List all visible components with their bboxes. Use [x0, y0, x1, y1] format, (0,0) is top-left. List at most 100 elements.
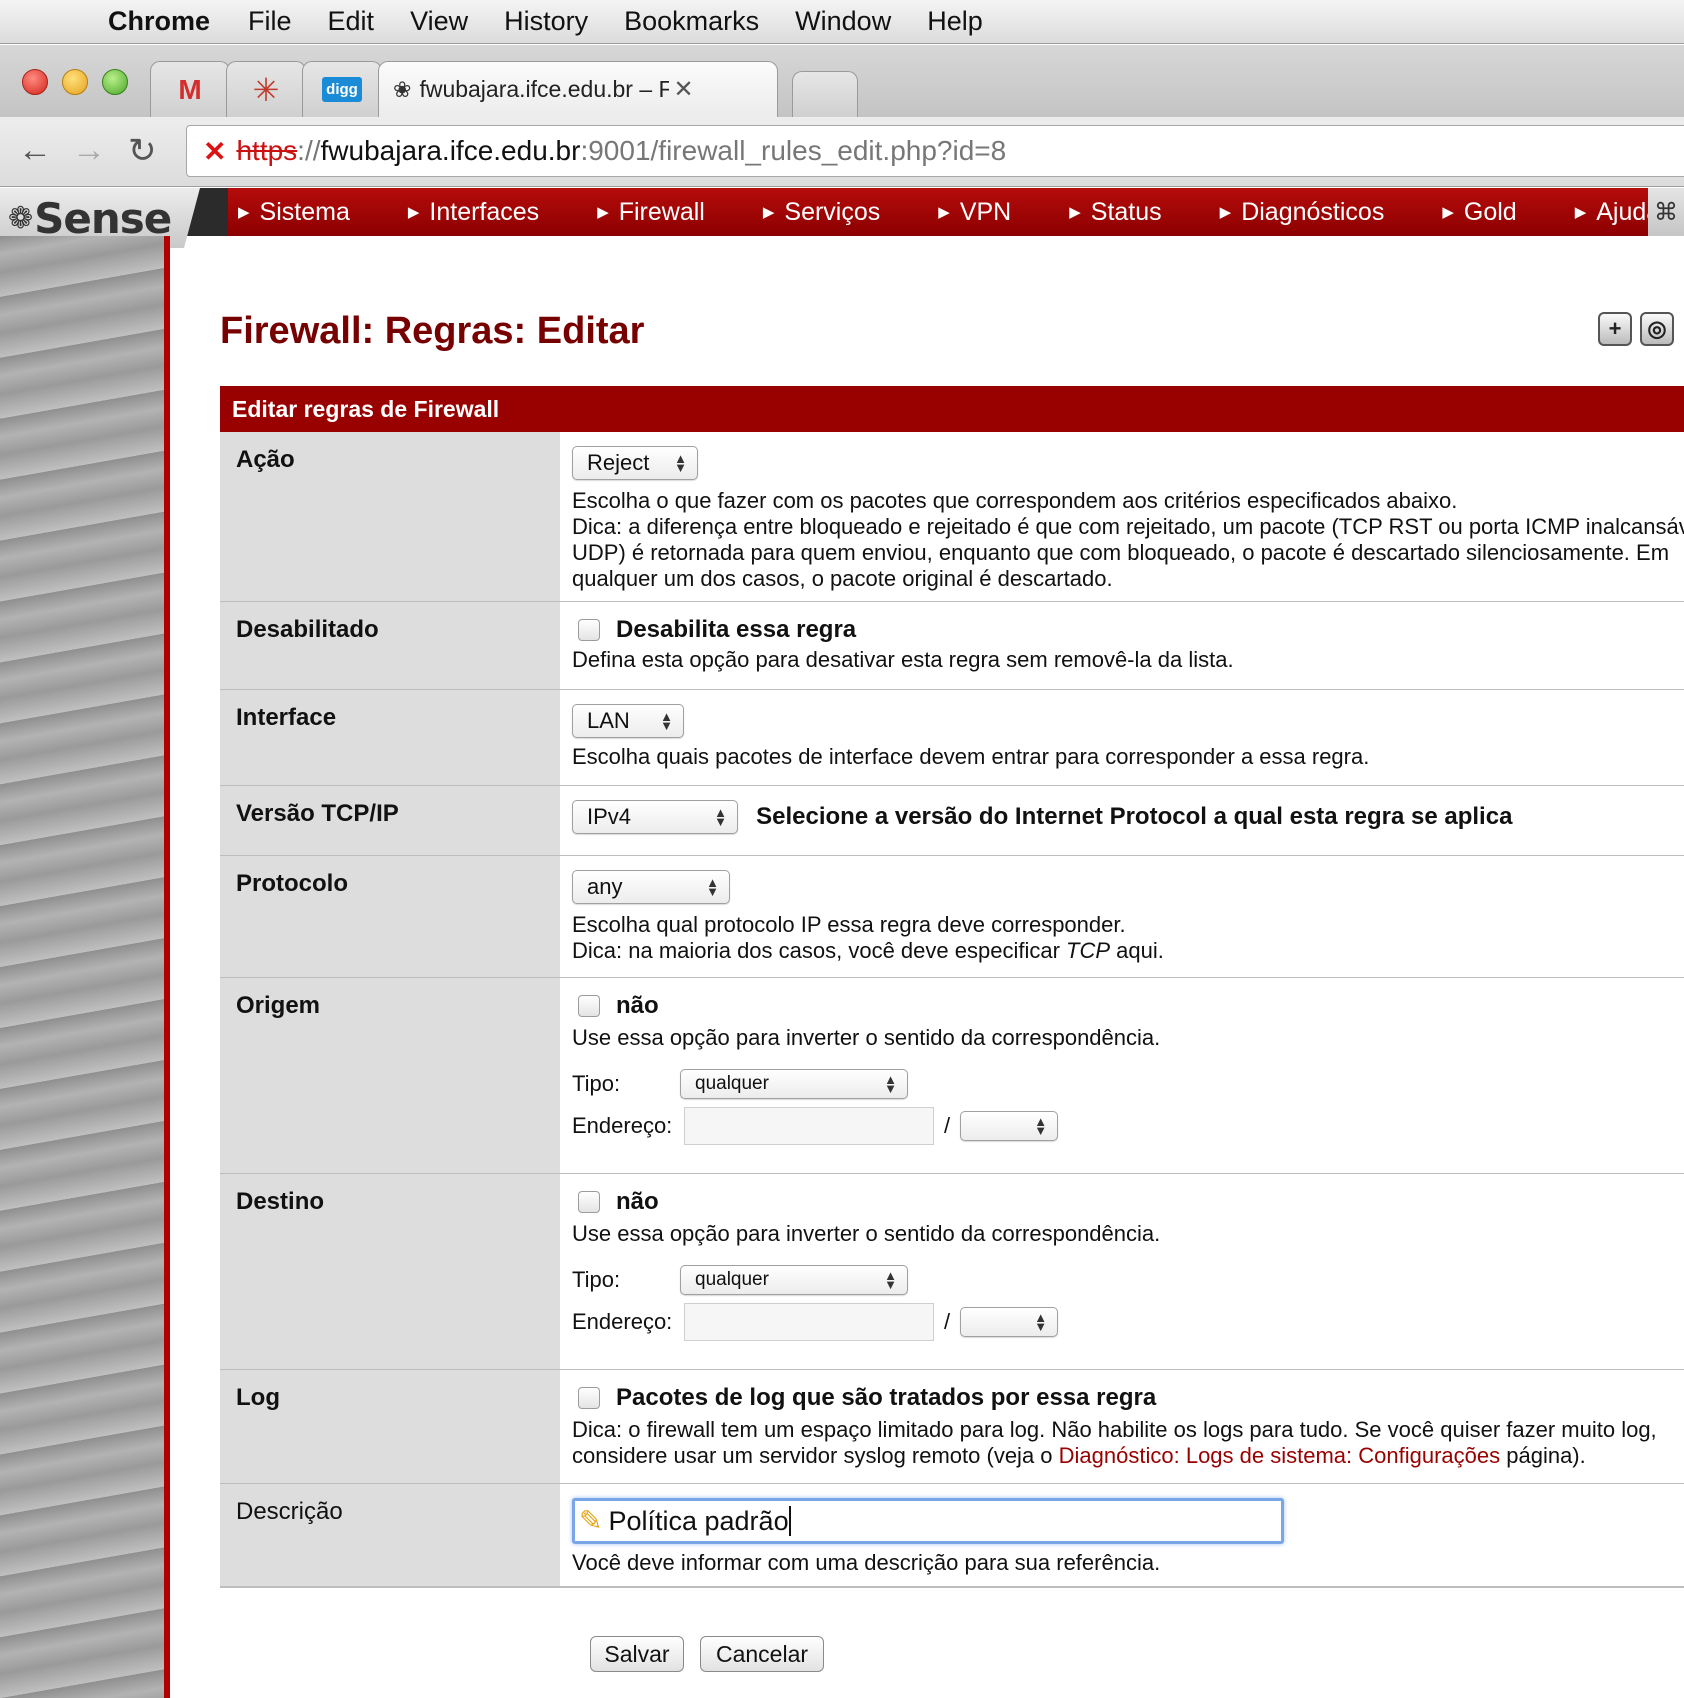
label-desabilitado: Desabilitado: [220, 602, 560, 689]
log-checkbox-label: Pacotes de log que são tratados por essa…: [616, 1384, 1157, 1412]
menubar: Chrome File Edit View History Bookmarks …: [0, 0, 1684, 44]
url-scheme: https: [236, 135, 298, 166]
descricao-input[interactable]: ✎ Política padrão: [572, 1498, 1284, 1544]
label-descricao: Descrição: [220, 1484, 560, 1586]
log-help-2-text: considere usar um servidor syslog remoto…: [572, 1443, 1059, 1469]
nav-diagnosticos[interactable]: ▶ Diagnósticos: [1220, 198, 1385, 227]
menu-file[interactable]: File: [248, 6, 292, 37]
tab-strip: M ✳ digg ❀ fwubajara.ifce.edu.br – Fire …: [0, 45, 1684, 117]
nav-status[interactable]: ▶ Status: [1069, 198, 1161, 227]
nav-arrow-icon: ▶: [407, 204, 420, 221]
left-decoration: [0, 236, 170, 1698]
versao-select[interactable]: IPv4 ▲ ▼: [572, 800, 738, 834]
select-arrows-icon: ▲ ▼: [714, 805, 727, 829]
nav-sitemap-icon[interactable]: ⌘: [1648, 188, 1684, 236]
origem-tipo-select[interactable]: qualquer ▲ ▼: [680, 1069, 908, 1100]
destino-tipo-select[interactable]: qualquer ▲ ▼: [680, 1265, 908, 1296]
acao-select[interactable]: Reject ▲ ▼: [572, 446, 698, 480]
firewall-rule-form: Editar regras de Firewall Ação Reject ▲ ▼…: [220, 386, 1684, 1588]
back-arrow-icon[interactable]: ←: [18, 131, 52, 170]
log-help-1: Dica: o firewall tem um espaço limitado …: [572, 1417, 1657, 1443]
log-settings-link[interactable]: Diagnóstico: Logs de sistema: Configuraç…: [1059, 1443, 1500, 1468]
tab-gmail[interactable]: M: [150, 61, 230, 117]
menu-help[interactable]: Help: [927, 6, 983, 37]
menu-window[interactable]: Window: [795, 6, 891, 37]
nav-interfaces[interactable]: ▶ Interfaces: [408, 198, 539, 227]
label-origem: Origem: [220, 978, 560, 1173]
new-tab-button[interactable]: [792, 71, 858, 117]
insecure-warning-icon: ✕: [203, 135, 227, 167]
protocolo-help-2-tcp: TCP: [1066, 938, 1111, 963]
destino-tipo-value: qualquer: [695, 1269, 769, 1291]
text-caret: [788, 1506, 791, 1536]
protocolo-help-1: Escolha qual protocolo IP essa regra dev…: [572, 912, 1126, 937]
protocolo-select[interactable]: any ▲ ▼: [572, 870, 730, 904]
select-arrows-icon: ▲ ▼: [706, 875, 719, 899]
row-origem: Origem não Use essa opção para inverter …: [220, 978, 1684, 1174]
versao-help: Selecione a versão do Internet Protocol …: [756, 803, 1513, 830]
log-help-2: considere usar um servidor syslog remoto…: [572, 1443, 1672, 1469]
select-arrows-icon: ▲ ▼: [884, 1268, 897, 1293]
nav-arrow-icon: ▶: [938, 204, 950, 221]
nav-arrow-icon: ▶: [1069, 204, 1081, 221]
destino-tipo-label: Tipo:: [572, 1267, 621, 1293]
destino-mask-select[interactable]: ▲ ▼: [960, 1307, 1059, 1338]
reload-icon[interactable]: ↻: [128, 131, 157, 171]
nav-gold[interactable]: ▶ Gold: [1442, 198, 1516, 227]
log-checkbox[interactable]: [578, 1387, 600, 1410]
row-versao: Versão TCP/IP IPv4 ▲ ▼ Selecione a versão…: [220, 786, 1684, 856]
origem-mask-select[interactable]: ▲ ▼: [960, 1111, 1059, 1142]
gmail-icon: M: [178, 73, 202, 105]
destino-endereco-input[interactable]: [684, 1303, 934, 1342]
menu-bookmarks[interactable]: Bookmarks: [624, 6, 759, 37]
select-arrows-icon: ▲ ▼: [884, 1072, 897, 1097]
menu-view[interactable]: View: [410, 6, 468, 37]
origem-tipo-value: qualquer: [695, 1073, 769, 1095]
menu-app-chrome[interactable]: Chrome: [108, 6, 210, 37]
nav-servicos[interactable]: ▶ Serviços: [763, 198, 880, 227]
nav-vpn[interactable]: ▶ VPN: [938, 198, 1011, 227]
acao-select-value: Reject: [587, 450, 650, 475]
select-arrows-icon: ▲ ▼: [674, 451, 687, 475]
interface-select-value: LAN: [587, 708, 630, 733]
acao-help-3: UDP) é retornada para quem enviou, enqua…: [572, 540, 1670, 565]
address-bar[interactable]: ✕ https :// fwubajara.ifce.edu.br :9001/…: [186, 125, 1684, 177]
label-log: Log: [220, 1370, 560, 1483]
menu-history[interactable]: History: [504, 6, 588, 37]
tab-digg[interactable]: digg: [302, 61, 382, 117]
close-tab-icon[interactable]: ✕: [673, 75, 693, 104]
forward-arrow-icon[interactable]: →: [72, 131, 106, 170]
add-shortcut-icon[interactable]: +: [1598, 312, 1632, 346]
origem-invert-label: não: [616, 992, 659, 1020]
acao-help-1: Escolha o que fazer com os pacotes que c…: [572, 488, 1458, 513]
protocolo-help-2-end: aqui.: [1110, 938, 1164, 963]
label-protocolo: Protocolo: [220, 856, 560, 977]
tab-title: fwubajara.ifce.edu.br – Fire: [419, 76, 670, 102]
origem-invert-checkbox[interactable]: [578, 995, 600, 1018]
close-window-button[interactable]: [22, 69, 48, 95]
nav-arrow-icon: ▶: [1442, 204, 1454, 221]
help-icon[interactable]: ◎: [1640, 312, 1674, 346]
browser-toolbar: ← → ↻ ✕ https :// fwubajara.ifce.edu.br …: [0, 117, 1684, 187]
url-path: :9001/firewall_rules_edit.php?id=8: [580, 135, 1007, 166]
destino-invert-label: não: [616, 1188, 659, 1216]
protocolo-help-2: Dica: na maioria dos casos, você deve es…: [572, 938, 1672, 964]
label-interface: Interface: [220, 690, 560, 785]
menu-edit[interactable]: Edit: [328, 6, 375, 37]
origem-help: Use essa opção para inverter o sentido d…: [572, 1025, 1161, 1051]
tab-pfsense-active[interactable]: ❀ fwubajara.ifce.edu.br – Fire ✕: [378, 61, 778, 117]
destino-invert-checkbox[interactable]: [578, 1191, 600, 1214]
desabilitado-checkbox[interactable]: [578, 619, 600, 642]
zoom-window-button[interactable]: [102, 69, 128, 95]
origem-endereco-input[interactable]: [684, 1107, 934, 1146]
nav-sistema[interactable]: ▶ Sistema: [238, 198, 350, 227]
cancel-button[interactable]: Cancelar: [700, 1636, 824, 1672]
save-button[interactable]: Salvar: [590, 1636, 684, 1672]
minimize-window-button[interactable]: [62, 69, 88, 95]
row-desabilitado: Desabilitado Desabilita essa regra Defin…: [220, 602, 1684, 690]
main-nav: ▶ Sistema ▶ Interfaces ▶ Firewall ▶ Serviços…: [228, 188, 1660, 236]
url-host: fwubajara.ifce.edu.br: [320, 135, 581, 166]
interface-select[interactable]: LAN ▲ ▼: [572, 704, 684, 738]
nav-firewall[interactable]: ▶ Firewall: [597, 198, 705, 227]
tab-star[interactable]: ✳: [226, 61, 306, 117]
